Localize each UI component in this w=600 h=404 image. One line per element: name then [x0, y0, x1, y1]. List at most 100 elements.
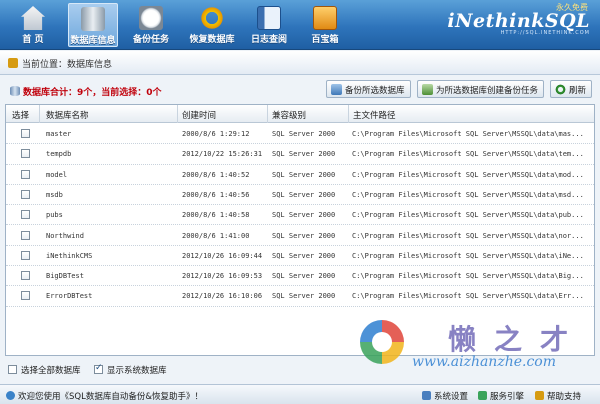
toolbar-database-info-button[interactable]: 数据库信息 — [68, 3, 118, 47]
show-system-option[interactable]: 显示系统数据库 — [94, 363, 167, 376]
toolbar-restore-button[interactable]: 恢复数据库 — [184, 3, 240, 47]
compat-level: SQL Server 2000 — [272, 190, 336, 199]
table-row[interactable]: tempdb 2012/10/22 15:26:31 SQL Server 20… — [6, 144, 594, 165]
toolbar-toolbox-button[interactable]: 百宝箱 — [300, 3, 350, 47]
toolbar-label: 恢复数据库 — [189, 35, 235, 45]
created-time: 2012/10/22 15:26:31 — [182, 150, 263, 159]
task-icon — [422, 84, 433, 95]
row-checkbox[interactable] — [21, 271, 30, 281]
table-row[interactable]: iNethinkCMS 2012/10/26 16:09:44 SQL Serv… — [6, 246, 594, 267]
main-file-path: C:\Program Files\Microsoft SQL Server\MS… — [352, 251, 584, 260]
database-name: pubs — [46, 211, 63, 220]
row-checkbox[interactable] — [21, 230, 30, 240]
table-row[interactable]: master 2000/8/6 1:29:12 SQL Server 2000 … — [6, 124, 594, 145]
summary-text: 数据库合计：9个，当前选择：0个 — [23, 88, 162, 98]
table-row[interactable]: ErrorDBTest 2012/10/26 16:10:06 SQL Serv… — [6, 286, 594, 307]
database-summary: 数据库合计：9个，当前选择：0个 — [10, 85, 162, 98]
database-icon — [10, 86, 20, 96]
row-checkbox[interactable] — [21, 189, 30, 199]
location-pin-icon — [8, 58, 18, 68]
status-bar: 欢迎您使用《SQL数据库自动备份&恢复助手》！ 系统设置 服务引擎 帮助支持 — [0, 384, 600, 404]
toolbar-label: 数据库信息 — [70, 36, 116, 46]
select-all-option[interactable]: 选择全部数据库 — [8, 364, 81, 376]
compat-level: SQL Server 2000 — [272, 170, 336, 179]
created-time: 2012/10/26 16:10:06 — [182, 292, 263, 301]
table-row[interactable]: BigDBTest 2012/10/26 16:09:53 SQL Server… — [6, 266, 594, 287]
settings-icon — [422, 391, 431, 400]
compat-level: SQL Server 2000 — [272, 150, 336, 159]
column-header-name[interactable]: 数据库名称 — [46, 109, 89, 121]
created-time: 2000/8/6 1:40:58 — [182, 211, 250, 220]
home-icon — [21, 6, 45, 30]
brand-name: iNethinkSQL — [447, 10, 590, 32]
help-support-link[interactable]: 帮助支持 — [535, 390, 581, 402]
status-message-text: 欢迎您使用《SQL数据库自动备份&恢复助手》！ — [18, 392, 203, 402]
compat-level: SQL Server 2000 — [272, 292, 336, 301]
database-name: iNethinkCMS — [46, 251, 93, 260]
location-text: 当前位置：数据库信息 — [22, 60, 113, 70]
table-header: 选择 数据库名称 创建时间 兼容级别 主文件路径 — [6, 105, 594, 123]
column-header-select[interactable]: 选择 — [12, 109, 29, 121]
restore-icon — [200, 6, 224, 30]
row-checkbox[interactable] — [21, 129, 30, 138]
main-file-path: C:\Program Files\Microsoft SQL Server\MS… — [352, 150, 584, 159]
service-engine-link[interactable]: 服务引擎 — [478, 390, 524, 402]
clock-icon — [139, 6, 163, 30]
toolbar-backup-task-button[interactable]: 备份任务 — [126, 3, 176, 47]
created-time: 2000/8/6 1:41:00 — [182, 231, 250, 240]
compat-level: SQL Server 2000 — [272, 251, 336, 260]
refresh-icon — [555, 84, 566, 95]
column-header-created[interactable]: 创建时间 — [182, 109, 216, 121]
compat-level: SQL Server 2000 — [272, 130, 336, 138]
row-checkbox[interactable] — [21, 291, 30, 301]
toolbar-home-button[interactable]: 首 页 — [8, 3, 58, 47]
table-row[interactable]: model 2000/8/6 1:40:52 SQL Server 2000 C… — [6, 165, 594, 185]
help-icon — [535, 391, 544, 400]
location-bar: 当前位置：数据库信息 — [0, 51, 600, 75]
main-file-path: C:\Program Files\Microsoft SQL Server\MS… — [352, 292, 584, 301]
column-header-level[interactable]: 兼容级别 — [272, 109, 306, 121]
backup-selected-button[interactable]: 备份所选数据库 — [326, 80, 411, 98]
show-system-label: 显示系统数据库 — [107, 366, 167, 376]
row-checkbox[interactable] — [21, 210, 30, 220]
brand-logo: 永久免费 iNethinkSQL HTTP://SQL.INETHINK.COM — [447, 3, 590, 36]
created-time: 2000/8/6 1:40:52 — [182, 170, 250, 179]
database-table: 选择 数据库名称 创建时间 兼容级别 主文件路径 master 2000/8/6… — [5, 104, 595, 356]
compat-level: SQL Server 2000 — [272, 272, 336, 281]
database-name: master — [46, 130, 72, 138]
toolbox-icon — [313, 6, 337, 30]
toolbar-label: 备份任务 — [132, 35, 169, 45]
create-backup-task-button[interactable]: 为所选数据库创建备份任务 — [417, 80, 545, 98]
select-all-checkbox[interactable] — [8, 365, 17, 374]
table-row[interactable]: Northwind 2000/8/6 1:41:00 SQL Server 20… — [6, 226, 594, 246]
create-task-label: 为所选数据库创建备份任务 — [436, 86, 539, 96]
system-settings-label: 系统设置 — [434, 392, 469, 402]
help-support-label: 帮助支持 — [547, 392, 582, 402]
table-row[interactable]: msdb 2000/8/6 1:40:56 SQL Server 2000 C:… — [6, 185, 594, 206]
column-divider — [39, 105, 40, 123]
toolbar-label: 首 页 — [22, 35, 44, 45]
row-checkbox[interactable] — [21, 169, 30, 179]
column-header-path[interactable]: 主文件路径 — [353, 109, 396, 121]
toolbar-label: 百宝箱 — [311, 35, 339, 45]
row-checkbox[interactable] — [21, 149, 30, 159]
database-icon — [81, 7, 105, 31]
main-file-path: C:\Program Files\Microsoft SQL Server\MS… — [352, 272, 584, 281]
main-toolbar: 首 页 数据库信息 备份任务 恢复数据库 日志查阅 百宝箱 永久免费 iNeth… — [0, 0, 600, 50]
log-icon — [257, 6, 281, 30]
system-settings-link[interactable]: 系统设置 — [422, 390, 468, 402]
created-time: 2000/8/6 1:29:12 — [182, 130, 250, 138]
action-row: 数据库合计：9个，当前选择：0个 备份所选数据库 为所选数据库创建备份任务 刷新 — [0, 78, 600, 102]
toolbar-log-button[interactable]: 日志查阅 — [244, 3, 294, 47]
table-options: 选择全部数据库 显示系统数据库 — [0, 360, 600, 380]
row-checkbox[interactable] — [21, 250, 30, 260]
database-name: tempdb — [46, 150, 72, 159]
compat-level: SQL Server 2000 — [272, 211, 336, 220]
refresh-button[interactable]: 刷新 — [550, 80, 593, 98]
table-row[interactable]: pubs 2000/8/6 1:40:58 SQL Server 2000 C:… — [6, 205, 594, 226]
backup-selected-label: 备份所选数据库 — [345, 86, 405, 96]
show-system-checkbox[interactable] — [94, 363, 103, 374]
backup-icon — [331, 84, 342, 95]
column-divider — [177, 105, 178, 123]
main-file-path: C:\Program Files\Microsoft SQL Server\MS… — [352, 130, 584, 138]
